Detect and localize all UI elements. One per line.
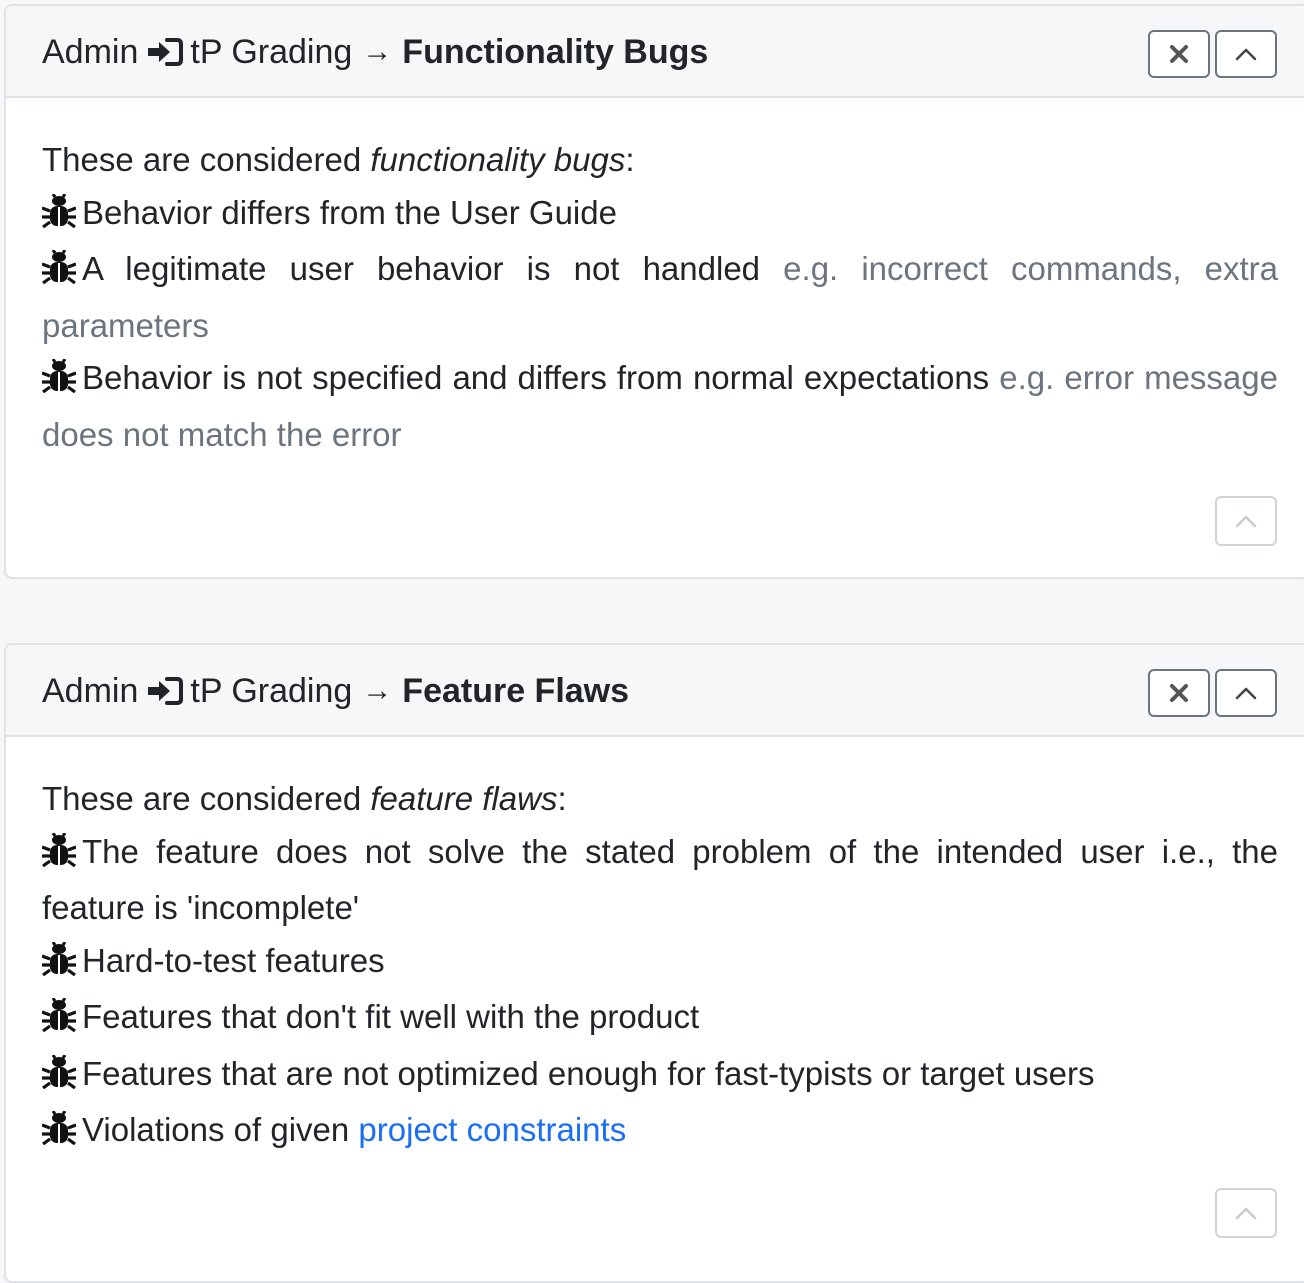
breadcrumb-section: tP Grading: [190, 32, 353, 71]
intro-text: These are considered functionality bugs:: [42, 141, 635, 178]
panel-body: These are considered functionality bugs:…: [6, 98, 1304, 461]
collapse-button-bottom[interactable]: [1215, 496, 1277, 546]
feature-flaws-panel: Admin tP Grading → Feature Flaws These a…: [4, 643, 1304, 1283]
bug-icon: [41, 995, 77, 1048]
panel-body: These are considered feature flaws: The …: [6, 737, 1304, 1161]
bug-icon: [41, 1108, 77, 1161]
bug-icon: [41, 247, 77, 300]
close-icon: [1170, 45, 1188, 63]
page-title: Functionality Bugs: [402, 32, 709, 71]
bug-icon: [41, 1052, 77, 1105]
bug-icon: [41, 939, 77, 992]
chevron-up-icon: [1235, 687, 1257, 700]
breadcrumb-admin: Admin: [42, 32, 139, 71]
chevron-up-icon: [1235, 48, 1257, 61]
arrow-right-icon: →: [362, 35, 393, 68]
list-item: The feature does not solve the stated pr…: [41, 826, 1278, 935]
list-item: Behavior is not specified and differs fr…: [41, 352, 1278, 461]
page-title: Feature Flaws: [402, 671, 630, 710]
breadcrumb-section: tP Grading: [190, 671, 353, 710]
panel-header: Admin tP Grading → Feature Flaws: [6, 645, 1304, 737]
list-item: Features that are not optimized enough f…: [41, 1048, 1278, 1105]
close-button[interactable]: [1148, 30, 1210, 78]
breadcrumb: Admin tP Grading → Feature Flaws: [42, 645, 629, 737]
list-item: Violations of given project constraints: [41, 1104, 1278, 1161]
bug-icon: [41, 356, 77, 409]
bug-icon: [41, 830, 77, 883]
project-constraints-link[interactable]: project constraints: [358, 1111, 626, 1148]
breadcrumb: Admin tP Grading → Functionality Bugs: [42, 6, 708, 98]
login-icon: [146, 676, 184, 706]
arrow-right-icon: →: [362, 674, 393, 707]
collapse-button-bottom[interactable]: [1215, 1188, 1277, 1238]
panel-header: Admin tP Grading → Functionality Bugs: [6, 6, 1304, 98]
collapse-button[interactable]: [1215, 30, 1277, 78]
list-item: Hard-to-test features: [41, 935, 1278, 992]
list-item: A legitimate user behavior is not handle…: [41, 243, 1278, 352]
close-icon: [1170, 684, 1188, 702]
bug-icon: [41, 191, 77, 244]
list-item: Features that don't fit well with the pr…: [41, 991, 1278, 1048]
functionality-bugs-panel: Admin tP Grading → Functionality Bugs Th…: [4, 4, 1304, 579]
list-item: Behavior differs from the User Guide: [41, 187, 1278, 244]
chevron-up-icon: [1235, 1207, 1257, 1220]
login-icon: [146, 37, 184, 67]
close-button[interactable]: [1148, 669, 1210, 717]
breadcrumb-admin: Admin: [42, 671, 139, 710]
collapse-button[interactable]: [1215, 669, 1277, 717]
intro-text: These are considered feature flaws:: [42, 780, 567, 817]
chevron-up-icon: [1235, 515, 1257, 528]
